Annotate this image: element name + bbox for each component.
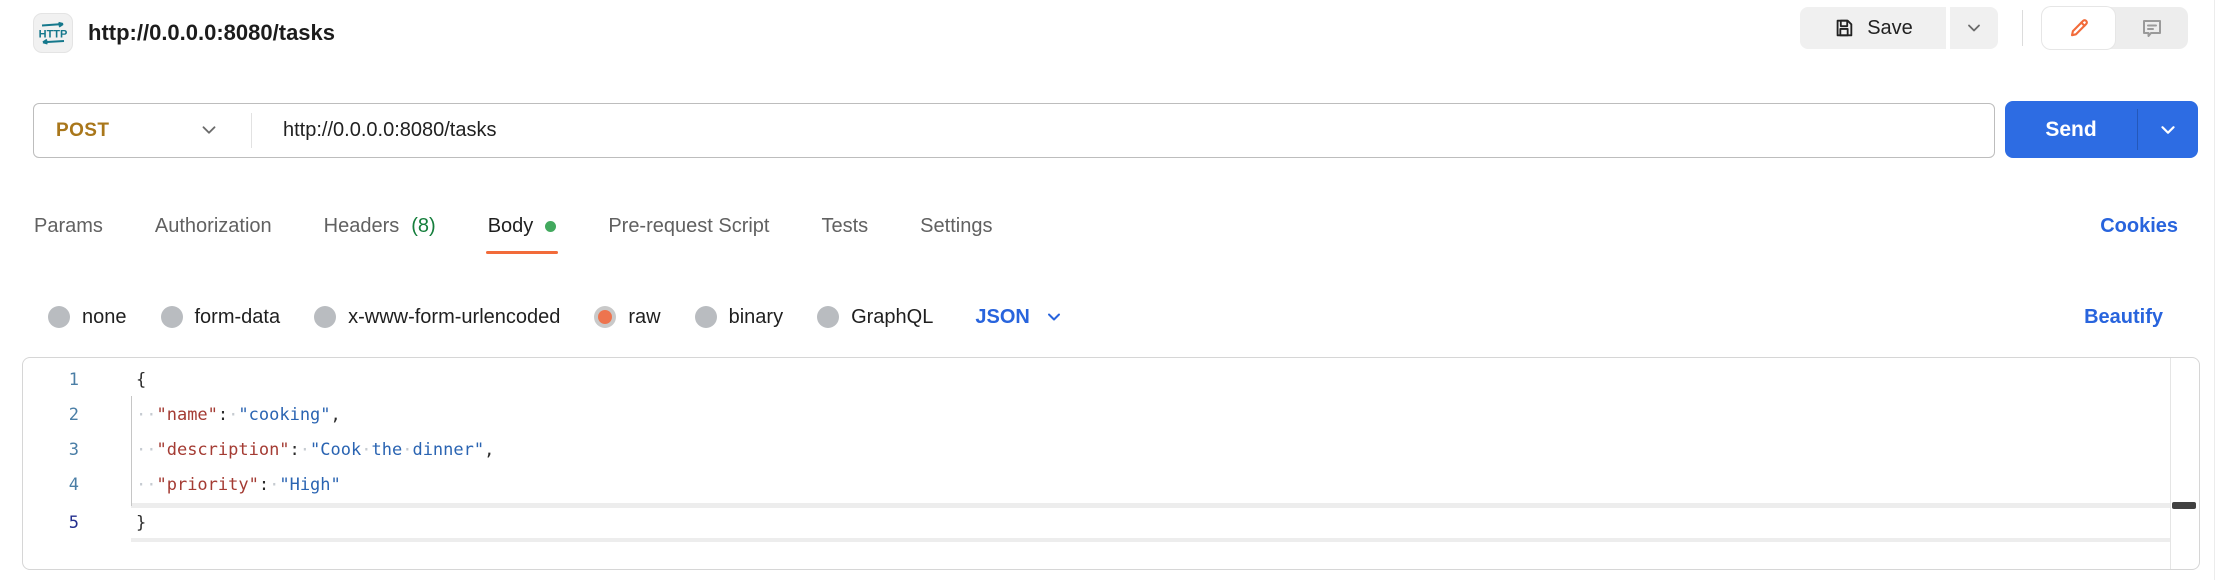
edit-comment-segmented-control <box>2042 7 2188 49</box>
page-right-edge <box>2214 0 2215 580</box>
header-divider <box>2022 10 2023 46</box>
code-line-2: 2 ··"name":·"cooking", <box>23 396 2170 436</box>
code-line-content: } <box>136 513 147 533</box>
tab-label: Params <box>34 214 103 237</box>
body-type-option-label: GraphQL <box>851 305 934 328</box>
unsaved-changes-dot <box>545 220 557 232</box>
save-button-label: Save <box>1867 16 1913 39</box>
page-title: http://0.0.0.0:8080/tasks <box>88 20 336 45</box>
http-request-page: HTTP http://0.0.0.0:8080/tasks Save POST… <box>0 0 2217 580</box>
pencil-icon <box>2070 19 2088 37</box>
line-number: 1 <box>68 370 79 390</box>
save-options-chevron-button[interactable] <box>1950 7 1998 49</box>
code-line-content: ··"description":·"Cook·the·dinner", <box>136 440 495 460</box>
code-line-5: 5} <box>23 508 2170 538</box>
body-type-option-label: binary <box>728 305 784 328</box>
comments-button[interactable] <box>2115 7 2188 49</box>
active-line-highlight-bottom <box>131 538 2171 542</box>
http-icon: HTTP <box>39 21 68 45</box>
tab-headers[interactable]: Headers (8) <box>322 196 438 256</box>
url-bar-divider <box>251 113 252 148</box>
save-button[interactable]: Save <box>1800 7 1946 49</box>
method-select[interactable]: POST <box>56 104 109 157</box>
code-line-content: ··"name":·"cooking", <box>136 405 341 425</box>
send-button[interactable]: Send <box>2005 101 2137 158</box>
line-number: 4 <box>68 475 79 495</box>
body-type-row: none form-data x-www-form-urlencoded raw bin… <box>48 298 1064 336</box>
body-type-option-label: form-data <box>194 305 281 328</box>
tab-settings[interactable]: Settings <box>918 196 994 256</box>
line-number: 5 <box>68 513 79 533</box>
tab-params[interactable]: Params <box>32 196 105 256</box>
editor-scrollbar-thumb[interactable] <box>2172 502 2196 509</box>
body-type-option-graphql[interactable]: GraphQL <box>817 306 933 329</box>
radio-icon <box>817 306 840 328</box>
tab-pre-request-script[interactable]: Pre-request Script <box>606 196 771 256</box>
radio-icon <box>48 306 70 328</box>
cookies-link[interactable]: Cookies <box>2100 196 2178 256</box>
tab-label: Settings <box>920 214 993 237</box>
line-number: 3 <box>68 440 79 460</box>
method-select-chevron[interactable] <box>198 119 220 141</box>
body-type-option-none[interactable]: none <box>48 306 127 329</box>
radio-icon <box>314 306 337 328</box>
tab-label: Body <box>487 214 534 237</box>
tab-label: Tests <box>821 214 869 237</box>
indent-guide <box>131 396 132 436</box>
beautify-link[interactable]: Beautify <box>2084 298 2163 336</box>
tab-tests[interactable]: Tests <box>819 196 870 256</box>
save-icon <box>1836 19 1853 37</box>
chevron-down-icon <box>2161 125 2175 134</box>
body-type-option-label: none <box>82 305 127 328</box>
body-type-option-x-www-form-urlencoded[interactable]: x-www-form-urlencoded <box>314 306 560 329</box>
body-code-editor[interactable]: 1{2 ··"name":·"cooking", 3 ··"description":… <box>22 357 2200 570</box>
line-number: 2 <box>68 405 79 425</box>
code-line-3: 3 ··"description":·"Cook·the·dinner", <box>23 431 2170 471</box>
body-type-option-label: x-www-form-urlencoded <box>348 305 561 328</box>
code-line-4: 4 ··"priority":·"High" <box>23 466 2170 506</box>
tab-count-badge: (8) <box>411 214 436 237</box>
tab-label: Pre-request Script <box>608 214 770 237</box>
chevron-down-icon <box>1968 24 1980 32</box>
radio-icon <box>694 306 717 328</box>
tab-label: Headers <box>323 214 400 237</box>
editor-scrollbar-track <box>2170 358 2171 569</box>
tab-label: Authorization <box>154 214 272 237</box>
comment-icon <box>2142 20 2161 37</box>
tab-authorization[interactable]: Authorization <box>153 196 274 256</box>
radio-icon <box>160 306 183 328</box>
send-options-chevron-button[interactable] <box>2138 101 2198 158</box>
indent-guide <box>131 431 132 471</box>
body-type-option-form-data[interactable]: form-data <box>160 305 281 329</box>
language-select[interactable]: JSON <box>975 306 1063 329</box>
http-method-badge: HTTP <box>33 13 73 53</box>
send-button-group: Send <box>2005 101 2198 158</box>
request-tabs: Params Authorization Headers (8) Body Pre-req… <box>32 196 994 256</box>
edit-mode-button[interactable] <box>2042 7 2115 49</box>
body-type-option-binary[interactable]: binary <box>694 305 784 329</box>
code-line-content: { <box>136 370 147 390</box>
url-input[interactable]: http://0.0.0.0:8080/tasks <box>283 104 496 157</box>
tab-body[interactable]: Body <box>485 196 559 256</box>
chevron-down-icon <box>202 126 216 134</box>
radio-selected-icon <box>594 306 617 328</box>
language-select-label: JSON <box>975 305 1030 328</box>
request-url-bar: POST http://0.0.0.0:8080/tasks <box>33 103 1995 158</box>
code-line-content: ··"priority":·"High" <box>136 475 341 495</box>
code-line-1: 1{ <box>23 363 2170 398</box>
indent-guide <box>131 466 132 506</box>
body-type-option-label: raw <box>628 305 661 328</box>
chevron-down-icon <box>1047 313 1060 321</box>
body-type-option-raw[interactable]: raw <box>594 305 661 329</box>
svg-text:HTTP: HTTP <box>39 29 68 41</box>
